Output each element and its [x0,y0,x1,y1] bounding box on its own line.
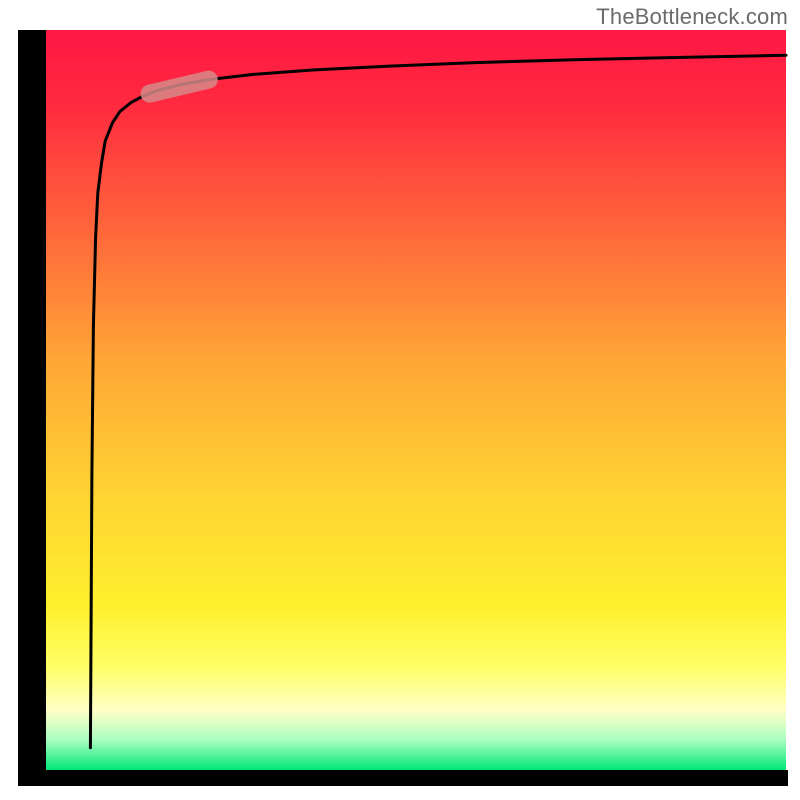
y-axis [18,30,46,786]
plot-area [18,30,788,786]
watermark-label: TheBottleneck.com [596,4,788,30]
bottleneck-chart [0,0,800,800]
x-axis [18,770,788,786]
gradient-background [46,30,786,770]
chart-container: TheBottleneck.com [0,0,800,800]
